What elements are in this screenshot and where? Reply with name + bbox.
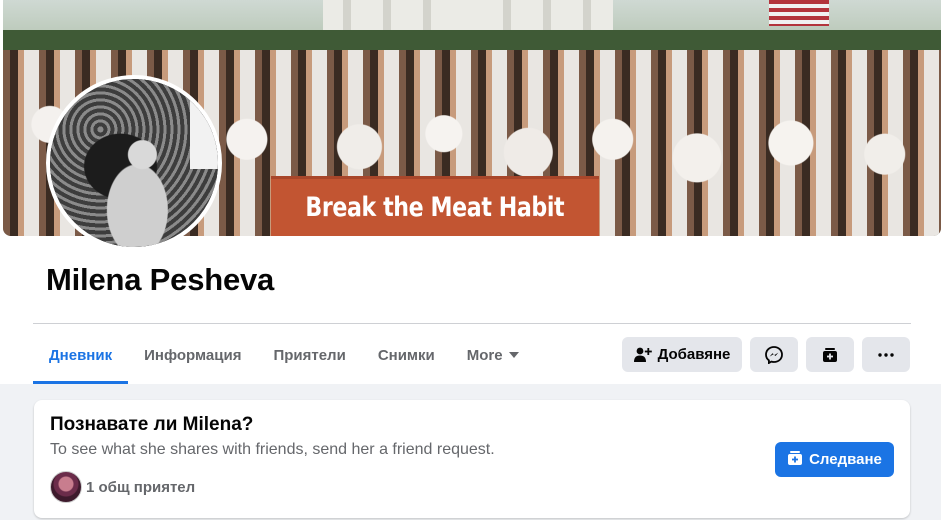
tab-about-label: Информация [144, 346, 242, 364]
tab-timeline[interactable]: Дневник [33, 326, 129, 384]
know-person-card: Познавате ли Milena? To see what she sha… [34, 400, 910, 518]
profile-header: Break the Meat Habit Milena Pesheva Днев… [0, 0, 941, 384]
caret-down-icon [508, 352, 519, 358]
cover-building [323, 0, 613, 30]
profile-tabs: Дневник Информация Приятели Снимки More [33, 326, 535, 384]
tab-more-label: More [466, 346, 503, 364]
tab-timeline-label: Дневник [49, 346, 113, 364]
mutual-friends[interactable]: 1 общ приятел [50, 471, 195, 503]
cover-banner: Break the Meat Habit [271, 176, 599, 236]
follow-button[interactable]: Следване [775, 442, 894, 477]
card-subtitle: To see what she shares with friends, sen… [50, 441, 495, 458]
cover-banner-text: Break the Meat Habit [305, 192, 565, 223]
more-dots-icon [878, 352, 894, 357]
follow-icon [822, 347, 838, 363]
tab-photos[interactable]: Снимки [362, 326, 451, 384]
follow-icon-button[interactable] [806, 337, 854, 372]
card-title: Познавате ли Milena? [50, 414, 254, 435]
messenger-icon [765, 345, 783, 364]
mutual-friend-avatar[interactable] [50, 471, 82, 503]
follow-plus-icon [787, 450, 809, 470]
avatar-background-sign [190, 99, 218, 169]
tab-photos-label: Снимки [377, 346, 435, 364]
tab-friends[interactable]: Приятели [257, 326, 361, 384]
header-divider [33, 323, 911, 324]
tab-friends-label: Приятели [273, 346, 346, 364]
add-friend-button[interactable]: Добавяне [622, 337, 742, 372]
flag-icon [769, 0, 829, 26]
message-button[interactable] [750, 337, 798, 372]
more-options-button[interactable] [862, 337, 910, 372]
follow-button-label: Следване [809, 451, 882, 468]
tab-more[interactable]: More [451, 326, 535, 384]
mutual-friends-count[interactable]: 1 общ приятел [86, 479, 195, 496]
cover-hedge [3, 30, 941, 52]
profile-name: Milena Pesheva [46, 262, 275, 297]
tab-about[interactable]: Информация [128, 326, 257, 384]
profile-avatar[interactable] [46, 75, 222, 251]
add-friend-icon [633, 347, 658, 363]
add-friend-label: Добавяне [657, 346, 731, 363]
